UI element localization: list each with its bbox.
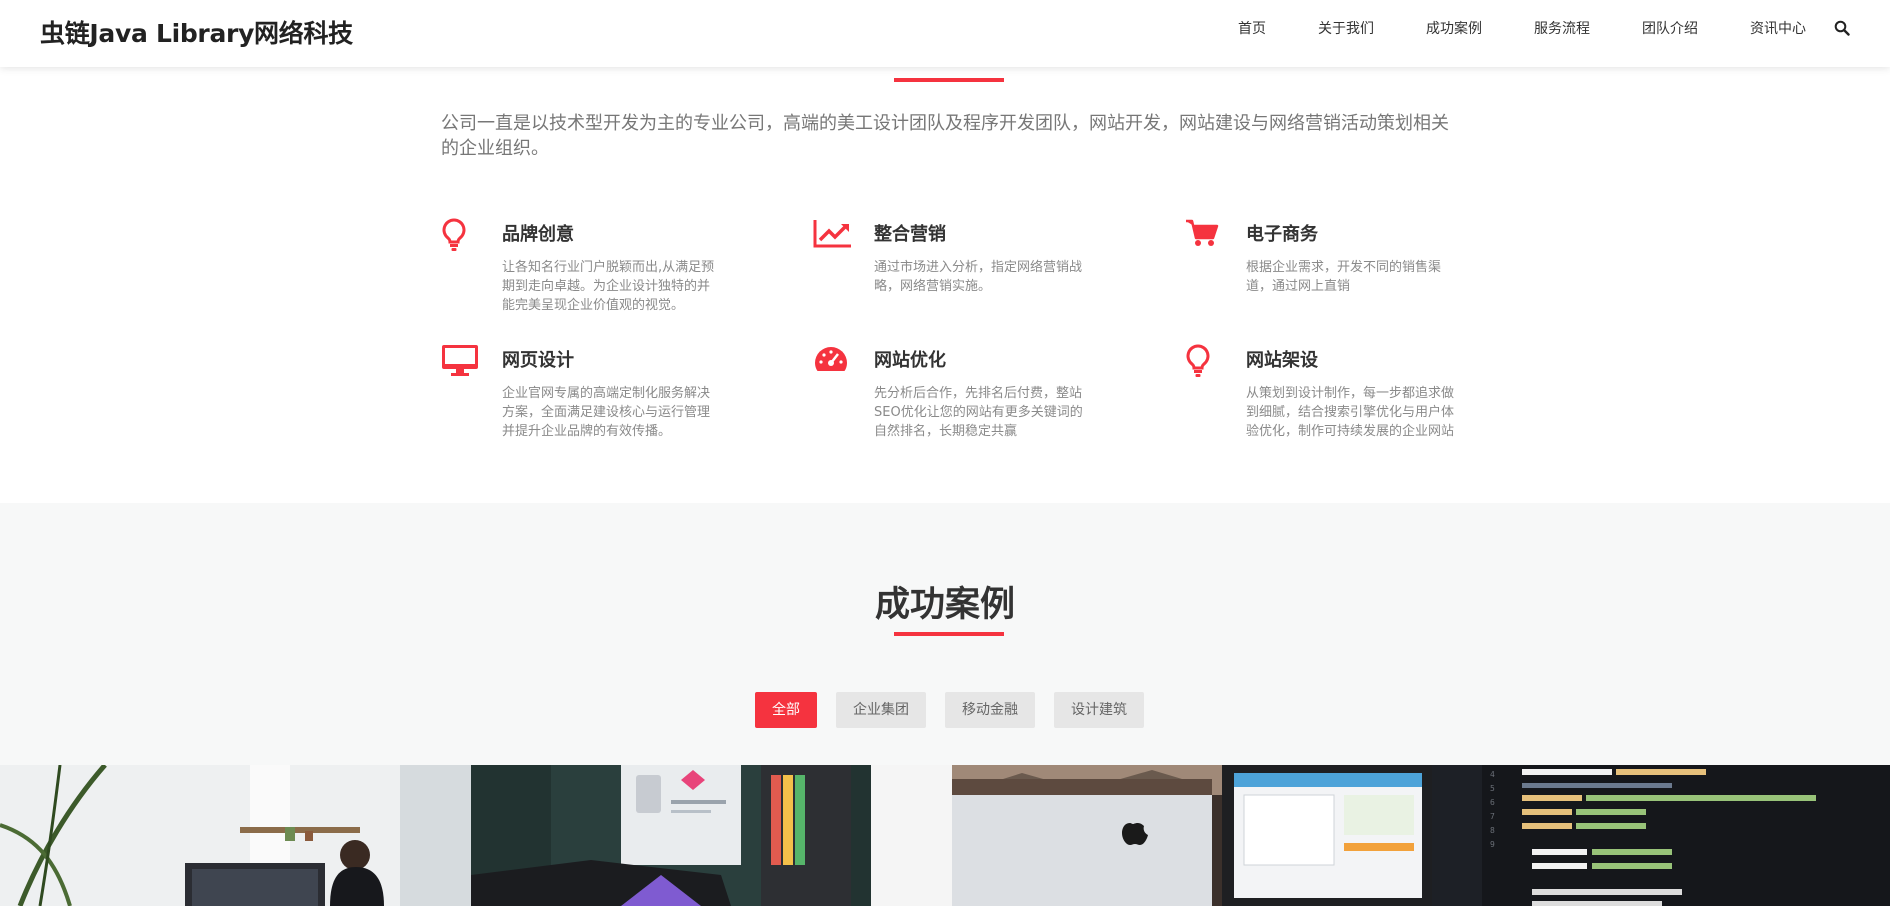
svg-text:9: 9	[1490, 840, 1495, 849]
feature-item: 网站架设 从策划到设计制作，每一步都追求做到细腻，结合搜索引擎优化与用户体验优化…	[1185, 338, 1525, 458]
svg-text:5: 5	[1490, 784, 1495, 793]
chart-line-icon	[813, 218, 853, 254]
svg-text:6: 6	[1490, 798, 1495, 807]
section-title-underline	[894, 78, 1004, 82]
feature-title: 网站架设	[1246, 350, 1318, 371]
search-icon[interactable]	[1834, 20, 1850, 36]
svg-text:8: 8	[1490, 826, 1495, 835]
svg-text:4: 4	[1490, 770, 1495, 779]
cart-icon	[1185, 218, 1225, 254]
case-image-devices[interactable]	[952, 765, 1432, 906]
feature-text: 先分析后合作，先排名后付费，整站SEO优化让您的网站有更多关键词的自然排名，长期…	[874, 386, 1083, 439]
cases-title: 成功案例	[874, 585, 1015, 625]
nav-team[interactable]: 团队介绍	[1642, 18, 1698, 38]
filter-design-architecture[interactable]: 设计建筑	[1054, 692, 1144, 728]
lightbulb-icon	[1185, 344, 1225, 380]
monitor-icon	[441, 344, 481, 380]
case-gallery: 4 5 6 7 8 9	[0, 765, 1890, 906]
lightbulb-icon	[441, 218, 481, 254]
feature-item: 网站优化 先分析后合作，先排名后付费，整站SEO优化让您的网站有更多关键词的自然…	[813, 338, 1153, 458]
feature-item: 电子商务 根据企业需求，开发不同的销售渠道，通过网上直销	[1185, 212, 1525, 332]
filter-all[interactable]: 全部	[755, 692, 817, 728]
nav-about[interactable]: 关于我们	[1318, 18, 1374, 38]
feature-text: 让各知名行业门户脱颖而出,从满足预期到走向卓越。为企业设计独特的并能完美呈现企业…	[502, 260, 715, 313]
feature-text: 企业官网专属的高端定制化服务解决方案，全面满足建设核心与运行管理并提升企业品牌的…	[502, 386, 711, 439]
dashboard-icon	[813, 344, 853, 380]
nav-cases[interactable]: 成功案例	[1426, 18, 1482, 38]
case-image-design[interactable]	[471, 765, 952, 906]
feature-text: 从策划到设计制作，每一步都追求做到细腻，结合搜索引擎优化与用户体验优化，制作可持…	[1246, 386, 1455, 439]
brand-logo[interactable]: 虫链Java Library网络科技	[40, 14, 353, 50]
nav-news[interactable]: 资讯中心	[1750, 18, 1806, 38]
filter-mobile-finance[interactable]: 移动金融	[945, 692, 1035, 728]
section-title-underline	[894, 632, 1004, 636]
feature-title: 网站优化	[874, 350, 946, 371]
feature-title: 品牌创意	[502, 224, 574, 245]
case-image-code[interactable]: 4 5 6 7 8 9	[1432, 765, 1890, 906]
filter-enterprise[interactable]: 企业集团	[836, 692, 926, 728]
feature-title: 网页设计	[502, 350, 574, 371]
nav-home[interactable]: 首页	[1238, 18, 1266, 38]
case-image-office[interactable]	[0, 765, 471, 906]
feature-item: 整合营销 通过市场进入分析，指定网络营销战略，网络营销实施。	[813, 212, 1153, 332]
feature-item: 品牌创意 让各知名行业门户脱颖而出,从满足预期到走向卓越。为企业设计独特的并能完…	[441, 212, 781, 332]
main-nav: 首页 关于我们 成功案例 服务流程 团队介绍 资讯中心	[1238, 0, 1850, 56]
feature-text: 通过市场进入分析，指定网络营销战略，网络营销实施。	[874, 260, 1083, 294]
case-filter-bar: 全部 企业集团 移动金融 设计建筑	[755, 692, 1163, 728]
svg-text:7: 7	[1490, 812, 1495, 821]
feature-item: 网页设计 企业官网专属的高端定制化服务解决方案，全面满足建设核心与运行管理并提升…	[441, 338, 781, 458]
feature-text: 根据企业需求，开发不同的销售渠道，通过网上直销	[1246, 260, 1442, 294]
feature-title: 整合营销	[874, 224, 946, 245]
company-intro: 公司一直是以技术型开发为主的专业公司，高端的美工设计团队及程序开发团队，网站开发…	[441, 113, 1449, 159]
top-navbar: 虫链Java Library网络科技 首页 关于我们 成功案例 服务流程 团队介…	[0, 0, 1890, 67]
feature-title: 电子商务	[1246, 224, 1318, 245]
nav-process[interactable]: 服务流程	[1534, 18, 1590, 38]
